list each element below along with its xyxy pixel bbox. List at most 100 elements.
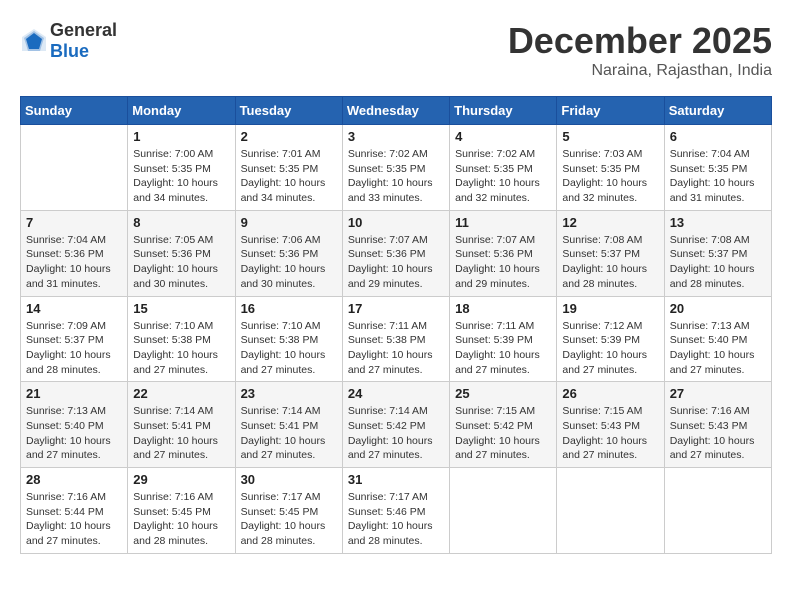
day-info: Sunrise: 7:09 AMSunset: 5:37 PMDaylight:… <box>26 319 122 378</box>
day-number: 23 <box>241 386 337 401</box>
calendar-cell: 11Sunrise: 7:07 AMSunset: 5:36 PMDayligh… <box>450 210 557 296</box>
day-info: Sunrise: 7:04 AMSunset: 5:36 PMDaylight:… <box>26 233 122 292</box>
header-saturday: Saturday <box>664 97 771 125</box>
day-number: 10 <box>348 215 444 230</box>
day-number: 31 <box>348 472 444 487</box>
day-info: Sunrise: 7:02 AMSunset: 5:35 PMDaylight:… <box>455 147 551 206</box>
day-info: Sunrise: 7:14 AMSunset: 5:42 PMDaylight:… <box>348 404 444 463</box>
calendar-week-3: 14 Sunrise: 7:09 AMSunset: 5:37 PMDayligh… <box>21 296 772 382</box>
calendar-cell: 5 Sunrise: 7:03 AMSunset: 5:35 PMDaylight… <box>557 125 664 211</box>
calendar-cell <box>664 468 771 554</box>
day-number: 24 <box>348 386 444 401</box>
calendar-cell: 10 Sunrise: 7:07 AMSunset: 5:36 PMDayligh… <box>342 210 449 296</box>
day-info: Sunrise: 7:17 AMSunset: 5:46 PMDaylight:… <box>348 490 444 549</box>
day-info: Sunrise: 7:04 AMSunset: 5:35 PMDaylight:… <box>670 147 766 206</box>
logo-blue-text: Blue <box>50 41 89 61</box>
day-number: 25 <box>455 386 551 401</box>
calendar-cell: 29 Sunrise: 7:16 AMSunset: 5:45 PMDayligh… <box>128 468 235 554</box>
calendar-cell <box>450 468 557 554</box>
day-number: 26 <box>562 386 658 401</box>
calendar-cell: 14 Sunrise: 7:09 AMSunset: 5:37 PMDayligh… <box>21 296 128 382</box>
header-tuesday: Tuesday <box>235 97 342 125</box>
calendar-cell: 3 Sunrise: 7:02 AMSunset: 5:35 PMDaylight… <box>342 125 449 211</box>
calendar-cell: 26Sunrise: 7:15 AMSunset: 5:43 PMDayligh… <box>557 382 664 468</box>
day-number: 1 <box>133 129 229 144</box>
calendar-cell: 30 Sunrise: 7:17 AMSunset: 5:45 PMDayligh… <box>235 468 342 554</box>
day-number: 5 <box>562 129 658 144</box>
day-number: 19 <box>562 301 658 316</box>
calendar-cell: 16Sunrise: 7:10 AMSunset: 5:38 PMDayligh… <box>235 296 342 382</box>
day-info: Sunrise: 7:15 AMSunset: 5:42 PMDaylight:… <box>455 404 551 463</box>
day-info: Sunrise: 7:16 AMSunset: 5:43 PMDaylight:… <box>670 404 766 463</box>
header-friday: Friday <box>557 97 664 125</box>
day-number: 7 <box>26 215 122 230</box>
month-title: December 2025 <box>508 20 772 62</box>
calendar-cell: 31 Sunrise: 7:17 AMSunset: 5:46 PMDayligh… <box>342 468 449 554</box>
day-number: 12 <box>562 215 658 230</box>
location-title: Naraina, Rajasthan, India <box>508 62 772 80</box>
calendar-cell: 12 Sunrise: 7:08 AMSunset: 5:37 PMDayligh… <box>557 210 664 296</box>
day-info: Sunrise: 7:06 AMSunset: 5:36 PMDaylight:… <box>241 233 337 292</box>
calendar-cell: 13 Sunrise: 7:08 AMSunset: 5:37 PMDayligh… <box>664 210 771 296</box>
calendar-cell: 23Sunrise: 7:14 AMSunset: 5:41 PMDayligh… <box>235 382 342 468</box>
day-info: Sunrise: 7:17 AMSunset: 5:45 PMDaylight:… <box>241 490 337 549</box>
header-monday: Monday <box>128 97 235 125</box>
day-info: Sunrise: 7:08 AMSunset: 5:37 PMDaylight:… <box>670 233 766 292</box>
day-number: 20 <box>670 301 766 316</box>
day-info: Sunrise: 7:16 AMSunset: 5:44 PMDaylight:… <box>26 490 122 549</box>
day-info: Sunrise: 7:02 AMSunset: 5:35 PMDaylight:… <box>348 147 444 206</box>
day-info: Sunrise: 7:13 AMSunset: 5:40 PMDaylight:… <box>26 404 122 463</box>
day-info: Sunrise: 7:07 AMSunset: 5:36 PMDaylight:… <box>348 233 444 292</box>
day-info: Sunrise: 7:07 AMSunset: 5:36 PMDaylight:… <box>455 233 551 292</box>
day-number: 14 <box>26 301 122 316</box>
calendar-cell: 21 Sunrise: 7:13 AMSunset: 5:40 PMDayligh… <box>21 382 128 468</box>
calendar-cell: 18 Sunrise: 7:11 AMSunset: 5:39 PMDayligh… <box>450 296 557 382</box>
calendar-cell: 22 Sunrise: 7:14 AMSunset: 5:41 PMDayligh… <box>128 382 235 468</box>
calendar-week-2: 7 Sunrise: 7:04 AMSunset: 5:36 PMDaylight… <box>21 210 772 296</box>
calendar-week-4: 21 Sunrise: 7:13 AMSunset: 5:40 PMDayligh… <box>21 382 772 468</box>
calendar-cell: 17 Sunrise: 7:11 AMSunset: 5:38 PMDayligh… <box>342 296 449 382</box>
day-number: 13 <box>670 215 766 230</box>
logo-icon <box>20 27 48 55</box>
day-number: 6 <box>670 129 766 144</box>
page-header: General Blue December 2025 Naraina, Raja… <box>20 20 772 80</box>
header-thursday: Thursday <box>450 97 557 125</box>
day-info: Sunrise: 7:05 AMSunset: 5:36 PMDaylight:… <box>133 233 229 292</box>
day-number: 9 <box>241 215 337 230</box>
day-info: Sunrise: 7:10 AMSunset: 5:38 PMDaylight:… <box>133 319 229 378</box>
calendar-cell: 24 Sunrise: 7:14 AMSunset: 5:42 PMDayligh… <box>342 382 449 468</box>
day-info: Sunrise: 7:13 AMSunset: 5:40 PMDaylight:… <box>670 319 766 378</box>
calendar-cell <box>557 468 664 554</box>
day-number: 2 <box>241 129 337 144</box>
day-info: Sunrise: 7:10 AMSunset: 5:38 PMDaylight:… <box>241 319 337 378</box>
calendar-table: SundayMondayTuesdayWednesdayThursdayFrid… <box>20 96 772 554</box>
day-number: 29 <box>133 472 229 487</box>
day-info: Sunrise: 7:14 AMSunset: 5:41 PMDaylight:… <box>133 404 229 463</box>
calendar-cell: 1Sunrise: 7:00 AMSunset: 5:35 PMDaylight… <box>128 125 235 211</box>
day-info: Sunrise: 7:12 AMSunset: 5:39 PMDaylight:… <box>562 319 658 378</box>
day-number: 18 <box>455 301 551 316</box>
calendar-cell: 20 Sunrise: 7:13 AMSunset: 5:40 PMDayligh… <box>664 296 771 382</box>
calendar-cell: 7 Sunrise: 7:04 AMSunset: 5:36 PMDaylight… <box>21 210 128 296</box>
calendar-header-row: SundayMondayTuesdayWednesdayThursdayFrid… <box>21 97 772 125</box>
calendar-week-5: 28 Sunrise: 7:16 AMSunset: 5:44 PMDayligh… <box>21 468 772 554</box>
logo-general-text: General <box>50 20 117 40</box>
day-info: Sunrise: 7:11 AMSunset: 5:39 PMDaylight:… <box>455 319 551 378</box>
calendar-cell: 25 Sunrise: 7:15 AMSunset: 5:42 PMDayligh… <box>450 382 557 468</box>
logo: General Blue <box>20 20 117 62</box>
calendar-cell: 4Sunrise: 7:02 AMSunset: 5:35 PMDaylight… <box>450 125 557 211</box>
calendar-cell: 27Sunrise: 7:16 AMSunset: 5:43 PMDayligh… <box>664 382 771 468</box>
day-info: Sunrise: 7:11 AMSunset: 5:38 PMDaylight:… <box>348 319 444 378</box>
day-number: 3 <box>348 129 444 144</box>
day-number: 22 <box>133 386 229 401</box>
calendar-cell: 8Sunrise: 7:05 AMSunset: 5:36 PMDaylight… <box>128 210 235 296</box>
day-number: 17 <box>348 301 444 316</box>
day-info: Sunrise: 7:16 AMSunset: 5:45 PMDaylight:… <box>133 490 229 549</box>
calendar-cell: 28 Sunrise: 7:16 AMSunset: 5:44 PMDayligh… <box>21 468 128 554</box>
day-info: Sunrise: 7:08 AMSunset: 5:37 PMDaylight:… <box>562 233 658 292</box>
day-number: 21 <box>26 386 122 401</box>
day-number: 15 <box>133 301 229 316</box>
day-info: Sunrise: 7:03 AMSunset: 5:35 PMDaylight:… <box>562 147 658 206</box>
day-number: 28 <box>26 472 122 487</box>
day-number: 30 <box>241 472 337 487</box>
